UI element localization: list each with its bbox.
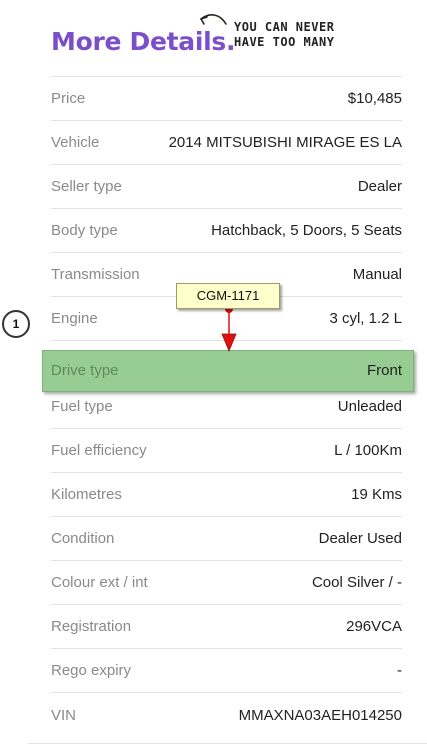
detail-row-fuel-efficiency: Fuel efficiency L / 100Km bbox=[51, 429, 402, 473]
detail-label: Transmission bbox=[51, 266, 140, 283]
detail-row-price: Price $10,485 bbox=[51, 77, 402, 121]
detail-value: Dealer Used bbox=[318, 530, 402, 547]
bottom-divider bbox=[28, 743, 427, 744]
step-marker: 1 bbox=[2, 310, 30, 338]
section-tagline: YOU CAN NEVER HAVE TOO MANY bbox=[234, 20, 334, 50]
detail-row-condition: Condition Dealer Used bbox=[51, 517, 402, 561]
detail-row-seller-type: Seller type Dealer bbox=[51, 165, 402, 209]
detail-value: Manual bbox=[352, 266, 402, 283]
detail-value: L / 100Km bbox=[334, 442, 402, 459]
annotation-pointer-arrow-icon bbox=[221, 305, 237, 353]
detail-label: Price bbox=[51, 90, 86, 107]
detail-label: Kilometres bbox=[51, 486, 122, 503]
detail-label: Rego expiry bbox=[51, 662, 132, 679]
detail-label: Seller type bbox=[51, 178, 122, 195]
tagline-line-2: HAVE TOO MANY bbox=[234, 35, 335, 49]
detail-row-rego-expiry: Rego expiry - bbox=[51, 649, 402, 693]
detail-value: - bbox=[397, 662, 402, 679]
annotation-callout: CGM-1171 bbox=[176, 283, 280, 309]
detail-row-body-type: Body type Hatchback, 5 Doors, 5 Seats bbox=[51, 209, 402, 253]
detail-value: Hatchback, 5 Doors, 5 Seats bbox=[211, 222, 402, 239]
detail-value: Unleaded bbox=[337, 398, 402, 415]
detail-value: 19 Kms bbox=[351, 486, 402, 503]
detail-label: Vehicle bbox=[51, 134, 100, 151]
detail-value: Dealer bbox=[357, 178, 402, 195]
detail-label: Body type bbox=[51, 222, 118, 239]
detail-value: 296VCA bbox=[346, 618, 402, 635]
detail-row-colour: Colour ext / int Cool Silver / - bbox=[51, 561, 402, 605]
detail-label: Fuel type bbox=[51, 398, 113, 415]
drive-type-value: Front bbox=[366, 362, 402, 379]
detail-label: Registration bbox=[51, 618, 132, 635]
detail-value: 3 cyl, 1.2 L bbox=[329, 310, 402, 327]
tagline-line-1: YOU CAN NEVER bbox=[234, 20, 335, 34]
detail-label: VIN bbox=[51, 706, 77, 724]
detail-row-vin: VIN MMAXNA03AEH014250 bbox=[51, 693, 402, 737]
detail-label: Fuel efficiency bbox=[51, 442, 147, 459]
detail-value: $10,485 bbox=[347, 90, 402, 107]
drive-type-label: Drive type bbox=[51, 362, 119, 379]
details-list: Price $10,485 Vehicle 2014 MITSUBISHI MI… bbox=[51, 76, 402, 737]
detail-row-vehicle: Vehicle 2014 MITSUBISHI MIRAGE ES LA bbox=[51, 121, 402, 165]
detail-row-fuel-type: Fuel type Unleaded bbox=[51, 385, 402, 429]
detail-row-kilometres: Kilometres 19 Kms bbox=[51, 473, 402, 517]
detail-label: Colour ext / int bbox=[51, 574, 148, 591]
detail-value: MMAXNA03AEH014250 bbox=[238, 706, 402, 724]
detail-row-registration: Registration 296VCA bbox=[51, 605, 402, 649]
detail-label: Condition bbox=[51, 530, 115, 547]
detail-value: 2014 MITSUBISHI MIRAGE ES LA bbox=[168, 134, 402, 151]
curved-arrow-icon bbox=[200, 14, 227, 25]
detail-label: Engine bbox=[51, 310, 98, 327]
detail-value: Cool Silver / - bbox=[311, 574, 402, 591]
